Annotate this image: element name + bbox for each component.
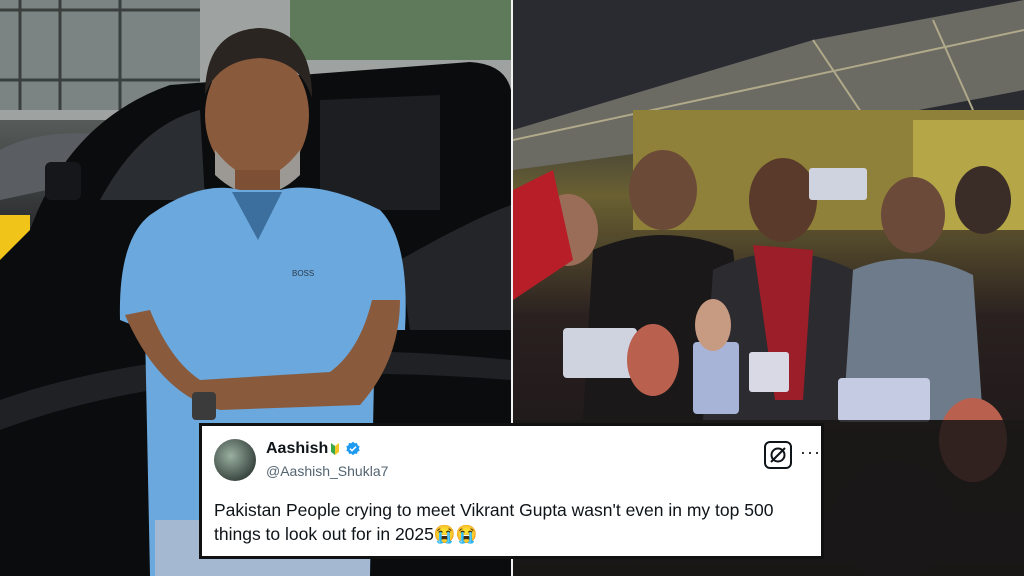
more-options-icon[interactable]: ··· bbox=[800, 442, 821, 463]
grok-icon[interactable] bbox=[764, 441, 792, 469]
avatar[interactable] bbox=[214, 439, 256, 481]
tweet-text: Pakistan People crying to meet Vikrant G… bbox=[214, 500, 774, 544]
shirt-logo: BOSS bbox=[292, 269, 314, 278]
verified-check-icon bbox=[346, 441, 360, 456]
sprout-badge-icon bbox=[331, 443, 340, 455]
tweet-card: Aashish @Aashish_Shukla7 ··· Pakistan Pe… bbox=[199, 423, 824, 559]
handle[interactable]: @Aashish_Shukla7 bbox=[266, 463, 388, 479]
display-name-row[interactable]: Aashish bbox=[266, 440, 361, 458]
display-name[interactable]: Aashish bbox=[266, 440, 328, 458]
